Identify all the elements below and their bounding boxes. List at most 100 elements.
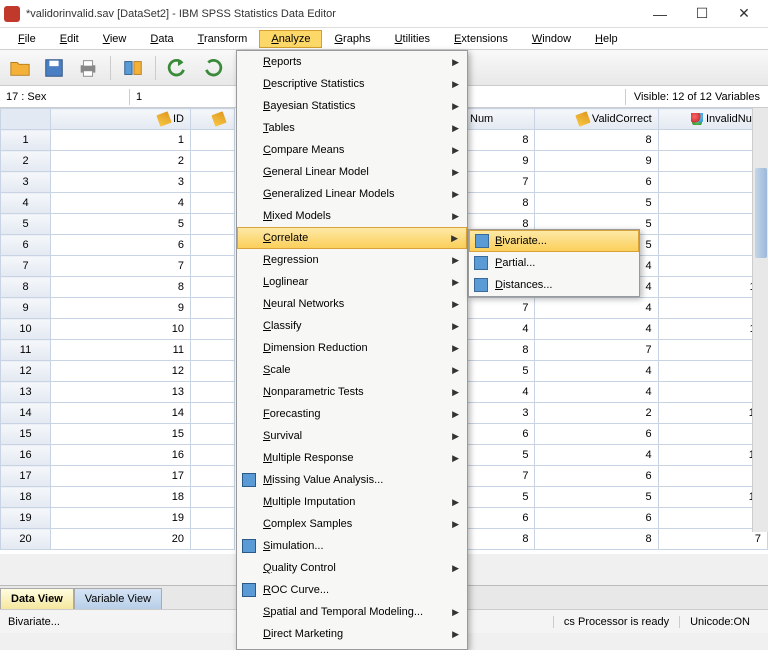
menu-extensions[interactable]: Extensions: [442, 30, 520, 48]
cell[interactable]: 6: [468, 424, 535, 445]
cell[interactable]: 4: [51, 193, 191, 214]
submenu-item-partial-[interactable]: Partial...: [469, 252, 639, 274]
cell[interactable]: 10: [51, 319, 191, 340]
table-row[interactable]: 768: [468, 172, 768, 193]
row-header[interactable]: 14: [1, 403, 51, 424]
table-row[interactable]: 1010: [1, 319, 235, 340]
cell[interactable]: [191, 508, 235, 529]
row-header[interactable]: 20: [1, 529, 51, 550]
table-row[interactable]: 66: [1, 235, 235, 256]
row-header[interactable]: 7: [1, 256, 51, 277]
table-row[interactable]: 33: [1, 172, 235, 193]
row-header[interactable]: 16: [1, 445, 51, 466]
menu-utilities[interactable]: Utilities: [383, 30, 442, 48]
cell[interactable]: 6: [51, 235, 191, 256]
row-header[interactable]: 13: [1, 382, 51, 403]
menu-item-scale[interactable]: Scale▶: [237, 359, 467, 381]
table-row[interactable]: 447: [468, 382, 768, 403]
column-header[interactable]: ValidCorrect: [535, 109, 658, 130]
menu-item-regression[interactable]: Regression▶: [237, 249, 467, 271]
row-header[interactable]: 19: [1, 508, 51, 529]
cell[interactable]: 13: [51, 382, 191, 403]
vertical-scrollbar[interactable]: [752, 108, 768, 532]
table-row[interactable]: 544: [468, 361, 768, 382]
open-button[interactable]: [6, 54, 34, 82]
recall-dialog-button[interactable]: [119, 54, 147, 82]
tab-data-view[interactable]: Data View: [0, 588, 74, 609]
cell[interactable]: 4: [535, 382, 658, 403]
menu-data[interactable]: Data: [138, 30, 185, 48]
table-row[interactable]: 5510: [468, 487, 768, 508]
cell[interactable]: 4: [535, 445, 658, 466]
menu-item-loglinear[interactable]: Loglinear▶: [237, 271, 467, 293]
menu-edit[interactable]: Edit: [48, 30, 91, 48]
cell[interactable]: 6: [535, 172, 658, 193]
column-header-cut[interactable]: Num: [468, 109, 535, 130]
row-header[interactable]: 6: [1, 235, 51, 256]
table-row[interactable]: 99: [1, 298, 235, 319]
table-row[interactable]: 1717: [1, 466, 235, 487]
table-row[interactable]: 77: [1, 256, 235, 277]
table-row[interactable]: 887: [468, 529, 768, 550]
cell[interactable]: 12: [51, 361, 191, 382]
cell[interactable]: 8: [468, 529, 535, 550]
cell[interactable]: 18: [51, 487, 191, 508]
cell[interactable]: 8: [535, 529, 658, 550]
cell[interactable]: 7: [535, 340, 658, 361]
cell[interactable]: 16: [51, 445, 191, 466]
scrollbar-thumb[interactable]: [755, 168, 767, 258]
cell[interactable]: 7: [51, 256, 191, 277]
cell[interactable]: 20: [51, 529, 191, 550]
table-row[interactable]: 44: [1, 193, 235, 214]
table-row[interactable]: 669: [468, 424, 768, 445]
table-row[interactable]: 1919: [1, 508, 235, 529]
table-row[interactable]: 2020: [1, 529, 235, 550]
cell[interactable]: 8: [51, 277, 191, 298]
cell[interactable]: 4: [535, 319, 658, 340]
cell[interactable]: 4: [535, 298, 658, 319]
data-grid-right[interactable]: Num ValidCorrect InvalidNum 887996768857…: [467, 108, 768, 550]
menu-item-roc-curve-[interactable]: ROC Curve...: [237, 579, 467, 601]
cell[interactable]: 2: [51, 151, 191, 172]
cell[interactable]: [191, 466, 235, 487]
cell[interactable]: 2: [535, 403, 658, 424]
menu-item-multiple-response[interactable]: Multiple Response▶: [237, 447, 467, 469]
menu-item-survival[interactable]: Survival▶: [237, 425, 467, 447]
cell[interactable]: 9: [51, 298, 191, 319]
minimize-button[interactable]: —: [648, 2, 672, 26]
submenu-item-bivariate-[interactable]: Bivariate...: [469, 230, 639, 252]
table-row[interactable]: 768: [468, 466, 768, 487]
column-header-partial[interactable]: [191, 109, 235, 130]
row-header[interactable]: 17: [1, 466, 51, 487]
table-row[interactable]: 857: [468, 193, 768, 214]
save-button[interactable]: [40, 54, 68, 82]
cell[interactable]: 4: [535, 361, 658, 382]
table-row[interactable]: 88: [1, 277, 235, 298]
cell[interactable]: 7: [468, 172, 535, 193]
cell[interactable]: [191, 424, 235, 445]
cell[interactable]: 4: [468, 382, 535, 403]
cell[interactable]: 5: [468, 445, 535, 466]
cell[interactable]: 5: [535, 487, 658, 508]
table-row[interactable]: 996: [468, 151, 768, 172]
submenu-item-distances-[interactable]: Distances...: [469, 274, 639, 296]
table-row[interactable]: 1616: [1, 445, 235, 466]
data-grid-left[interactable]: ID 1122334455667788991010111112121313141…: [0, 108, 235, 550]
cell[interactable]: 5: [468, 487, 535, 508]
cell[interactable]: [191, 193, 235, 214]
menu-item-classify[interactable]: Classify▶: [237, 315, 467, 337]
menu-item-direct-marketing[interactable]: Direct Marketing▶: [237, 623, 467, 645]
cell[interactable]: [191, 214, 235, 235]
cell[interactable]: [191, 529, 235, 550]
cell[interactable]: [191, 298, 235, 319]
menu-item-complex-samples[interactable]: Complex Samples▶: [237, 513, 467, 535]
menu-item-compare-means[interactable]: Compare Means▶: [237, 139, 467, 161]
table-row[interactable]: 3212: [468, 403, 768, 424]
cell[interactable]: [191, 340, 235, 361]
maximize-button[interactable]: ☐: [690, 2, 714, 26]
menu-item-mixed-models[interactable]: Mixed Models▶: [237, 205, 467, 227]
close-button[interactable]: ✕: [732, 2, 756, 26]
table-row[interactable]: 1111: [1, 340, 235, 361]
redo-button[interactable]: [198, 54, 226, 82]
row-header[interactable]: 8: [1, 277, 51, 298]
